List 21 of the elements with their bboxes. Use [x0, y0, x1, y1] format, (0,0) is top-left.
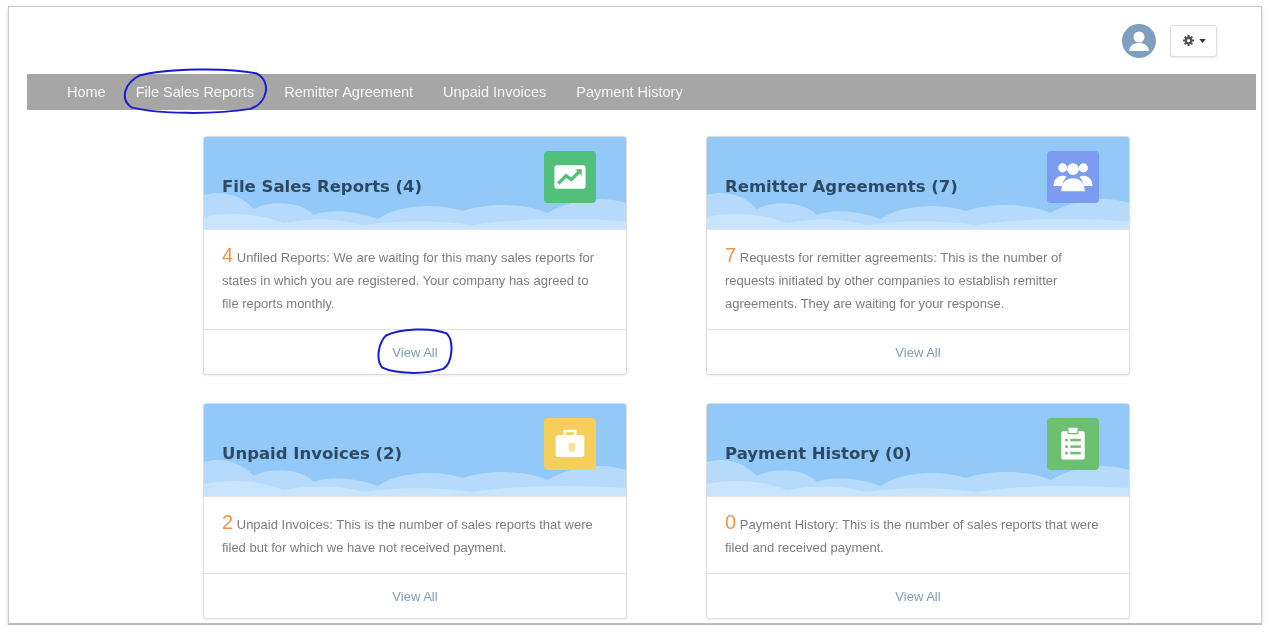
card-title: Remitter Agreements (7)	[725, 176, 958, 196]
card-description: 2 Unpaid Invoices: This is the number of sales reports that were filed but for which we have not received payment.	[222, 511, 594, 557]
card-description: 7 Requests for remitter agreements: This is the number of requests initiated by other companies to establish remitter agreements. They are waiting for your response.	[725, 244, 1063, 313]
settings-icon	[1181, 34, 1195, 47]
card-title: Payment History (0)	[725, 443, 912, 463]
view-all-link[interactable]: View All	[895, 345, 941, 360]
nav-link[interactable]: Remitter Agreement	[284, 84, 414, 100]
view-all-link[interactable]: View All	[392, 589, 438, 604]
card-description: 4 Unfiled Reports: We are waiting for this many sales reports for states in which you are registered. Your company has agreed to file reports monthly.	[222, 244, 596, 313]
caret-icon	[1198, 38, 1206, 43]
nav-link[interactable]: File Sales Reports	[135, 84, 255, 100]
settings-dropdown-button[interactable]	[1170, 24, 1217, 57]
view-all-link[interactable]: View All	[392, 345, 438, 360]
nav-link[interactable]: Home	[67, 84, 106, 100]
nav-link[interactable]: Payment History	[576, 84, 683, 100]
avatar-icon[interactable]	[1122, 23, 1156, 58]
view-all-link[interactable]: View All	[895, 589, 941, 604]
card-title: Unpaid Invoices (2)	[222, 443, 403, 463]
card-description: 0 Payment History: This is the number of sales reports that were filed and received payment.	[725, 511, 1100, 557]
card-title: File Sales Reports (4)	[222, 176, 423, 196]
nav-link[interactable]: Unpaid Invoices	[443, 84, 547, 100]
